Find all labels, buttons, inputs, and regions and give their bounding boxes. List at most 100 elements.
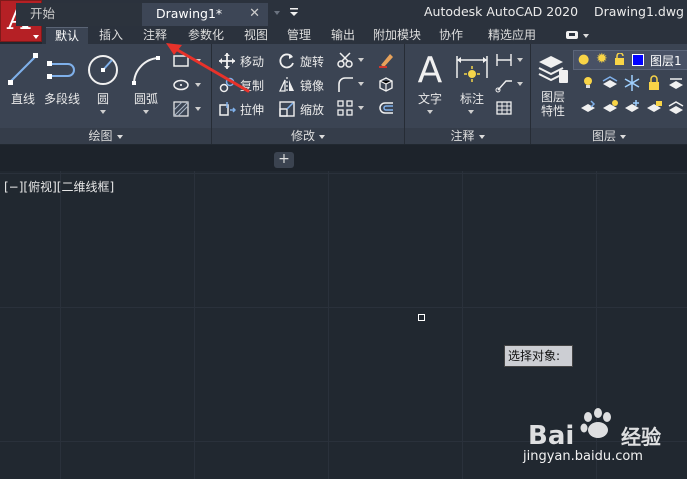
thaw-icon[interactable] xyxy=(623,98,641,116)
erase-icon[interactable] xyxy=(377,51,395,69)
linear-dimension-icon[interactable] xyxy=(495,51,513,69)
polyline-button[interactable]: 多段线 xyxy=(42,48,82,107)
ellipse-dropdown-icon[interactable] xyxy=(195,83,201,87)
rectangle-icon[interactable] xyxy=(172,52,190,70)
copy-icon xyxy=(219,77,235,93)
trim-icon[interactable] xyxy=(336,51,354,69)
circle-dropdown-icon[interactable] xyxy=(100,110,106,114)
array-dropdown-icon[interactable] xyxy=(358,106,364,110)
dimension-button[interactable]: 标注 xyxy=(453,48,491,107)
layer-properties-button[interactable]: 图层 特性 xyxy=(535,48,571,118)
move-button[interactable]: 移动 xyxy=(218,51,264,71)
svg-text:Bai: Bai xyxy=(528,421,574,451)
line-button[interactable]: 直线 xyxy=(6,48,40,107)
draw-panel-title[interactable]: 绘图 xyxy=(0,128,211,144)
mirror-button[interactable]: 镜像 xyxy=(278,75,324,95)
layers-panel-title-text: 图层 xyxy=(591,129,616,143)
trim-dropdown-icon[interactable] xyxy=(358,58,364,62)
app-title: Autodesk AutoCAD 2020 xyxy=(424,4,579,19)
arc-icon xyxy=(132,56,160,85)
tab-featured-apps[interactable]: 精选应用 xyxy=(481,27,543,44)
line-icon xyxy=(8,53,38,85)
linear-dimension-dropdown-icon[interactable] xyxy=(517,58,523,62)
offset-icon[interactable] xyxy=(377,99,395,117)
window-title: Autodesk AutoCAD 2020 Drawing1.dwg xyxy=(424,4,684,19)
ribbon-display-toggle-icon[interactable] xyxy=(562,28,592,42)
hatch-icon[interactable] xyxy=(172,100,190,118)
copy-label: 复制 xyxy=(240,78,265,93)
scale-icon xyxy=(279,101,295,117)
match-layer-icon[interactable] xyxy=(579,98,597,116)
stretch-button[interactable]: 拉伸 xyxy=(218,99,264,119)
array-icon[interactable] xyxy=(336,99,354,117)
layer-color-swatch xyxy=(632,54,644,66)
rotate-button[interactable]: 旋转 xyxy=(278,51,324,71)
explode-icon[interactable] xyxy=(377,75,395,93)
layers-panel: 图层 特性 ● ✹ 图层1 图层 xyxy=(531,44,687,144)
arc-dropdown-icon[interactable] xyxy=(143,110,149,114)
table-icon[interactable] xyxy=(495,99,513,117)
tab-view[interactable]: 视图 xyxy=(237,27,275,44)
copy-button[interactable]: 复制 xyxy=(218,75,264,95)
layer-properties-label-line2: 特性 xyxy=(540,104,565,118)
tab-parametric[interactable]: 参数化 xyxy=(181,27,231,44)
text-button[interactable]: A 文字 xyxy=(411,48,449,107)
viewport-controls[interactable]: [−][俯视][二维线框] xyxy=(4,178,114,195)
modify-panel-title[interactable]: 修改 xyxy=(212,128,404,144)
svg-text:经验: 经验 xyxy=(621,425,661,449)
tab-collaborate[interactable]: 协作 xyxy=(432,27,470,44)
line-label: 直线 xyxy=(10,92,35,106)
layer-isolate-icon[interactable] xyxy=(601,74,619,92)
redo-dropdown-icon[interactable] xyxy=(274,11,280,15)
dimension-dropdown-icon[interactable] xyxy=(468,110,474,114)
dimension-icon xyxy=(456,56,488,82)
tab-annotate[interactable]: 注释 xyxy=(134,27,176,44)
annotation-panel: A 文字 标注 注释 xyxy=(405,44,531,144)
mirror-label: 镜像 xyxy=(300,78,325,93)
close-icon[interactable]: ✕ xyxy=(249,3,260,25)
copy-layer-icon[interactable] xyxy=(667,98,685,116)
leader-dropdown-icon[interactable] xyxy=(517,82,523,86)
chevron-down-icon xyxy=(478,134,485,139)
stretch-icon xyxy=(219,102,236,116)
move-icon xyxy=(219,53,235,69)
file-tab-bar xyxy=(0,145,687,171)
ellipse-icon[interactable] xyxy=(172,76,190,94)
tab-home[interactable]: 默认 xyxy=(46,27,88,44)
tab-insert[interactable]: 插入 xyxy=(91,27,131,44)
file-tab-drawing1[interactable]: Drawing1* ✕ xyxy=(142,3,268,26)
text-dropdown-icon[interactable] xyxy=(427,110,433,114)
circle-button[interactable]: 圆 xyxy=(86,48,120,107)
layer-dropdown[interactable]: ● ✹ 图层1 xyxy=(573,50,687,70)
circle-label: 圆 xyxy=(96,92,109,106)
chevron-down-icon xyxy=(33,35,39,39)
fillet-dropdown-icon[interactable] xyxy=(358,82,364,86)
fillet-icon[interactable] xyxy=(336,75,354,93)
customize-qa-icon[interactable] xyxy=(286,4,302,20)
hatch-dropdown-icon[interactable] xyxy=(195,107,201,111)
unlock-layer-icon[interactable] xyxy=(645,98,663,116)
chevron-down-icon xyxy=(620,134,626,139)
tab-output[interactable]: 输出 xyxy=(324,27,362,44)
layer-off-icon[interactable] xyxy=(579,74,597,92)
rectangle-dropdown-icon[interactable] xyxy=(195,59,201,63)
layer-properties-label-line1: 图层 xyxy=(540,90,565,104)
tab-manage[interactable]: 管理 xyxy=(280,27,318,44)
unlock-icon xyxy=(614,52,625,65)
arc-button[interactable]: 圆弧 xyxy=(128,48,164,107)
tab-addins[interactable]: 附加模块 xyxy=(368,27,426,44)
file-tab-start[interactable]: 开始 xyxy=(16,3,144,26)
make-current-icon[interactable] xyxy=(667,74,685,92)
unisolate-icon[interactable] xyxy=(601,98,619,116)
modify-panel: 移动 旋转 复制 镜像 拉伸 缩放 修改 xyxy=(212,44,405,144)
layers-panel-title[interactable]: 图层 xyxy=(531,128,687,144)
text-label: 文字 xyxy=(417,92,442,106)
annotation-panel-title[interactable]: 注释 xyxy=(405,128,530,144)
new-tab-button[interactable]: + xyxy=(274,152,294,168)
draw-panel: 直线 多段线 圆 圆弧 绘图 xyxy=(0,44,212,144)
leader-icon[interactable] xyxy=(495,75,513,93)
scale-button[interactable]: 缩放 xyxy=(278,99,324,119)
layer-lock-icon[interactable] xyxy=(645,74,663,92)
polyline-label: 多段线 xyxy=(43,92,80,106)
layer-freeze-icon[interactable] xyxy=(623,74,641,92)
